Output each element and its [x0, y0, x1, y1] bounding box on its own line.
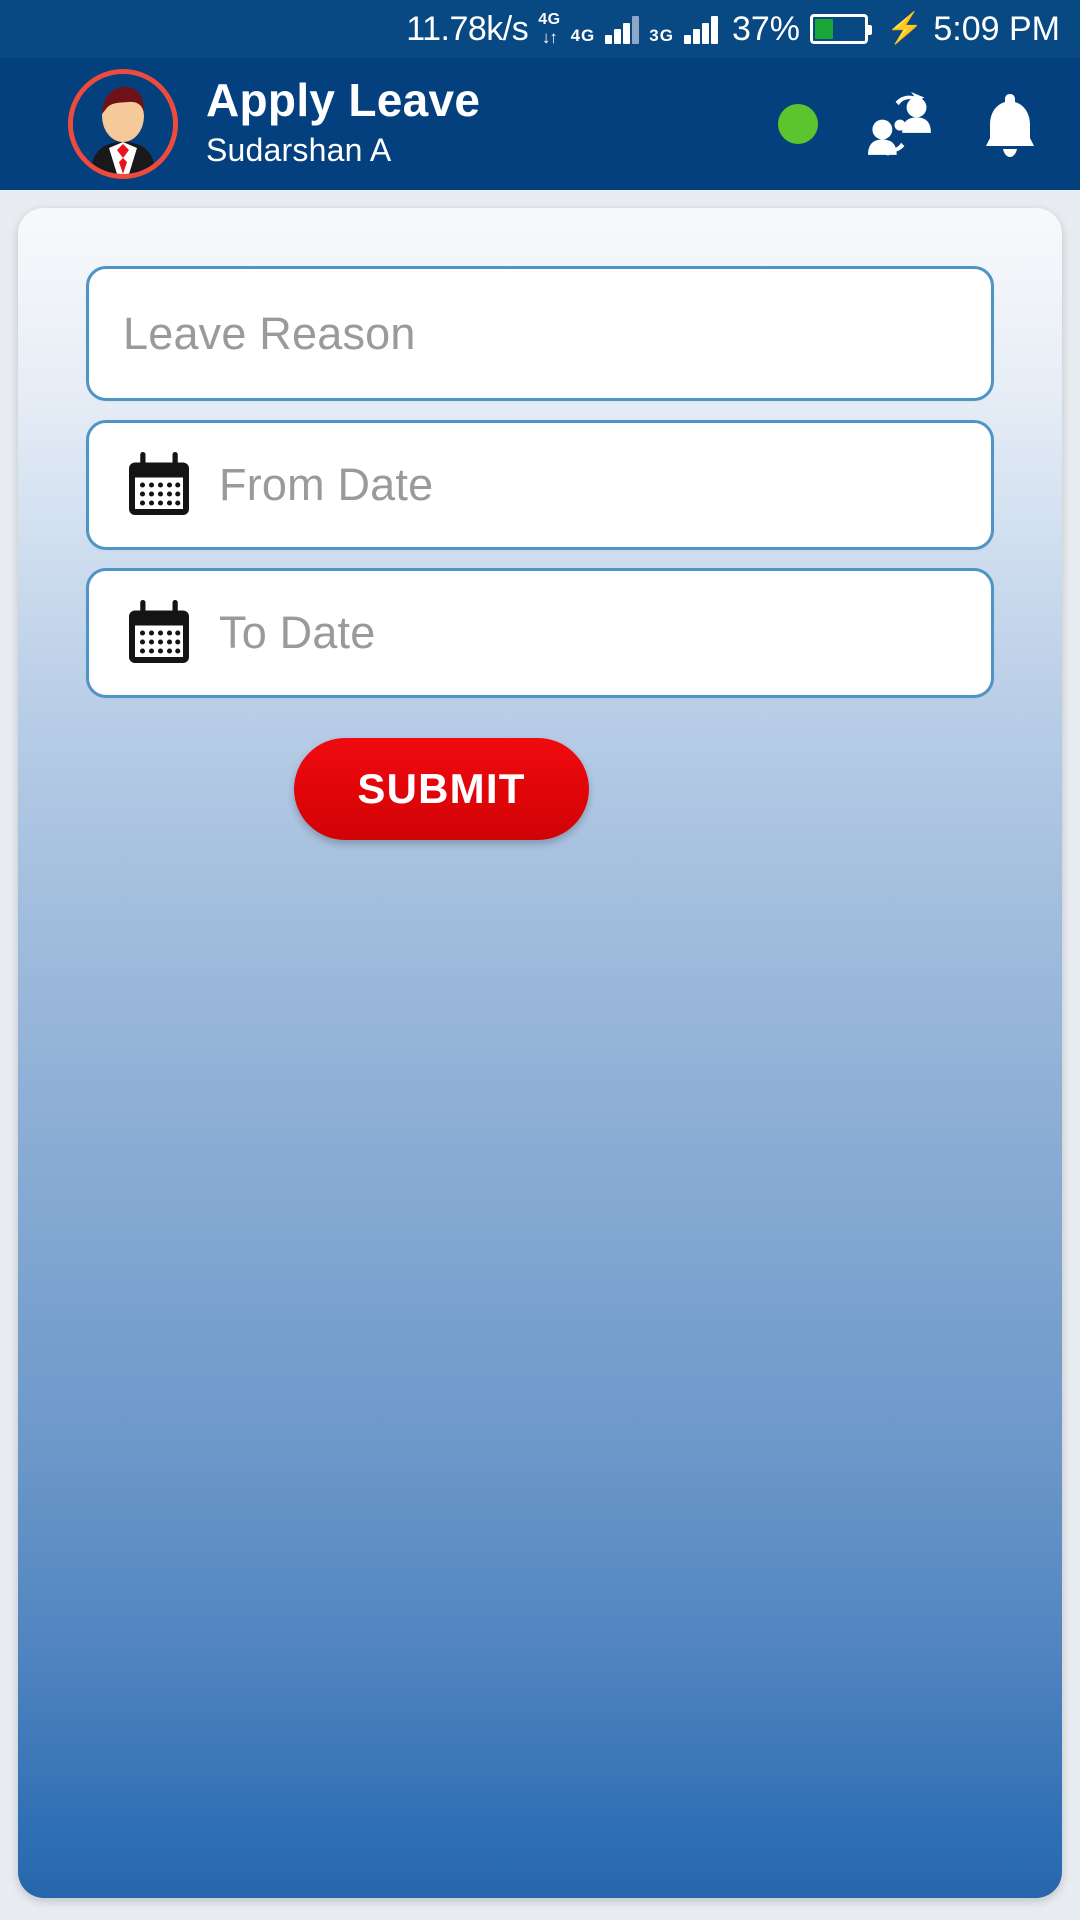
data-transfer-network-label: 4G	[538, 11, 561, 28]
page-title: Apply Leave	[206, 73, 481, 126]
battery-percent-text: 37%	[731, 9, 801, 48]
header-actions	[778, 90, 1052, 158]
avatar[interactable]	[68, 69, 178, 179]
to-date-placeholder: To Date	[219, 607, 376, 658]
data-transfer-icon: 4G ↓↑	[538, 11, 561, 47]
bell-icon	[986, 94, 1034, 157]
from-date-field[interactable]: From Date	[86, 420, 994, 550]
apply-leave-card: Leave Reason From Date To Date SUBMIT	[18, 208, 1062, 1898]
sim2-signal-icon	[683, 14, 718, 44]
online-status-dot	[778, 104, 818, 144]
notifications-button[interactable]	[982, 90, 1038, 158]
switch-user-icon	[868, 92, 931, 156]
status-bar: 11.78k/s 4G ↓↑ 4G 3G 37% ⚡ 5:09 PM	[0, 0, 1080, 58]
user-name-label: Sudarshan A	[206, 132, 392, 169]
sim2-network-label: 3G	[649, 26, 674, 45]
leave-reason-placeholder: Leave Reason	[123, 307, 416, 359]
clock-text: 5:09 PM	[933, 9, 1060, 48]
submit-button[interactable]: SUBMIT	[294, 738, 589, 840]
data-transfer-arrows: ↓↑	[541, 28, 558, 47]
switch-user-button[interactable]	[864, 92, 936, 156]
battery-icon	[810, 14, 873, 44]
calendar-icon	[129, 452, 189, 515]
sim1-network-label: 4G	[570, 26, 596, 45]
leave-reason-field[interactable]: Leave Reason	[86, 266, 994, 401]
charging-bolt-icon: ⚡	[886, 12, 924, 45]
header-titles: Apply Leave Sudarshan A	[206, 73, 778, 173]
from-date-placeholder: From Date	[219, 459, 434, 510]
network-speed-text: 11.78k/s	[406, 9, 529, 48]
calendar-icon	[129, 600, 189, 663]
avatar-illustration	[73, 74, 173, 174]
app-header: Apply Leave Sudarshan A	[0, 58, 1080, 190]
to-date-field[interactable]: To Date	[86, 568, 994, 698]
sim1-signal-icon	[605, 14, 640, 44]
